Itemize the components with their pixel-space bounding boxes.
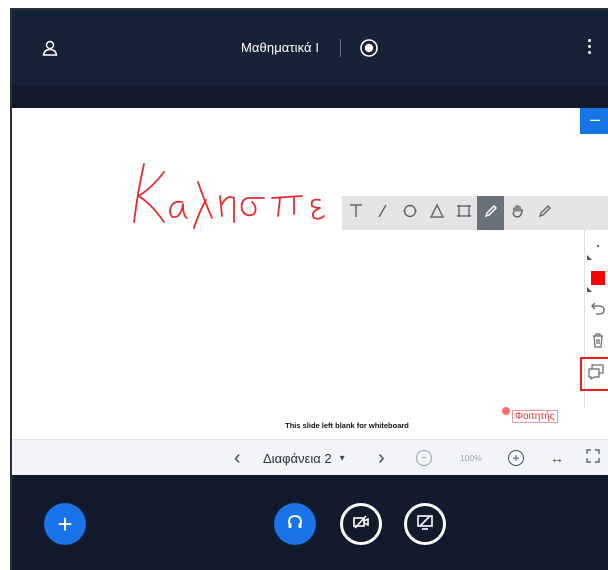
- chevron-down-icon: ▾: [339, 452, 345, 464]
- presentation-slide[interactable]: – This slide left blank for whiteboard Φ…: [12, 108, 608, 439]
- rectangle-icon: [455, 202, 473, 225]
- trash-icon: [589, 331, 607, 354]
- slide-selector-dropdown[interactable]: Διαφάνεια 2 ▾: [263, 440, 345, 476]
- thickness-dot-icon: [597, 245, 599, 247]
- slide-selector-label: Διαφάνεια 2: [263, 450, 332, 466]
- record-icon: [359, 39, 379, 62]
- zoom-level-label[interactable]: 100%: [460, 440, 482, 476]
- next-slide-button[interactable]: ›: [378, 440, 385, 476]
- previous-slide-button[interactable]: ‹: [234, 440, 241, 476]
- actions-button[interactable]: +: [44, 503, 86, 545]
- zoom-out-button[interactable]: −: [416, 440, 432, 476]
- undo-button[interactable]: [585, 294, 608, 326]
- multi-user-whiteboard-button[interactable]: [580, 357, 608, 391]
- slide-caption: This slide left blank for whiteboard: [285, 421, 409, 430]
- whiteboard-handwriting-drawing: [133, 163, 325, 229]
- video-button[interactable]: [340, 503, 382, 545]
- whiteboard-tool-menu: [342, 196, 608, 230]
- text-tool-button[interactable]: [342, 196, 369, 230]
- minimize-presentation-button[interactable]: –: [580, 108, 608, 134]
- ellipse-tool-button[interactable]: [396, 196, 423, 230]
- record-button[interactable]: [359, 38, 379, 58]
- rectangle-tool-button[interactable]: [450, 196, 477, 230]
- zoom-out-icon: −: [416, 450, 432, 466]
- bottom-action-bar: +: [12, 475, 608, 570]
- screenshare-off-icon: [415, 512, 435, 537]
- presentation-toolbar: ‹ Διαφάνεια 2 ▾ › − 100% + ↔: [12, 439, 608, 476]
- fullscreen-button[interactable]: [586, 440, 600, 476]
- whiteboard-side-menu: [580, 230, 608, 408]
- pan-tool-button[interactable]: [504, 196, 531, 230]
- audio-button[interactable]: [274, 503, 316, 545]
- line-tool-button[interactable]: [369, 196, 396, 230]
- cursor-dot-icon: [502, 407, 510, 415]
- thickness-button[interactable]: [585, 230, 608, 262]
- headphones-icon: [285, 512, 305, 537]
- color-picker-button[interactable]: [585, 262, 608, 294]
- title-divider: [339, 39, 341, 57]
- bbb-app-window: Μαθηματικά Ι – This slide left blank for…: [10, 8, 608, 570]
- meeting-title-area: Μαθηματικά Ι: [12, 36, 608, 60]
- multi-user-whiteboard-icon: [586, 363, 606, 386]
- cursor-user-label: Φοιτητής: [512, 410, 558, 423]
- ellipse-icon: [401, 202, 419, 225]
- color-swatch: [591, 271, 605, 285]
- pencil-icon: [482, 202, 500, 225]
- hand-icon: [509, 202, 527, 225]
- pencil-tool-button[interactable]: [477, 196, 504, 230]
- fit-to-width-button[interactable]: ↔: [550, 440, 564, 476]
- options-menu-button[interactable]: [584, 36, 594, 60]
- meeting-title: Μαθηματικά Ι: [240, 40, 320, 55]
- fullscreen-icon: [586, 448, 600, 468]
- top-bar: Μαθηματικά Ι: [12, 10, 608, 86]
- pen-tool-button[interactable]: [531, 196, 558, 230]
- more-vertical-icon: [587, 39, 591, 42]
- plus-icon: +: [57, 509, 73, 539]
- clear-all-button[interactable]: [585, 326, 608, 358]
- screenshare-button[interactable]: [404, 503, 446, 545]
- pencil-icon: [536, 202, 554, 225]
- undo-icon: [589, 299, 607, 322]
- camera-off-icon: [351, 512, 371, 537]
- line-icon: [374, 202, 392, 225]
- zoom-in-icon: +: [508, 450, 524, 466]
- zoom-in-button[interactable]: +: [508, 440, 524, 476]
- triangle-icon: [428, 202, 446, 225]
- triangle-tool-button[interactable]: [423, 196, 450, 230]
- text-icon: [347, 202, 365, 225]
